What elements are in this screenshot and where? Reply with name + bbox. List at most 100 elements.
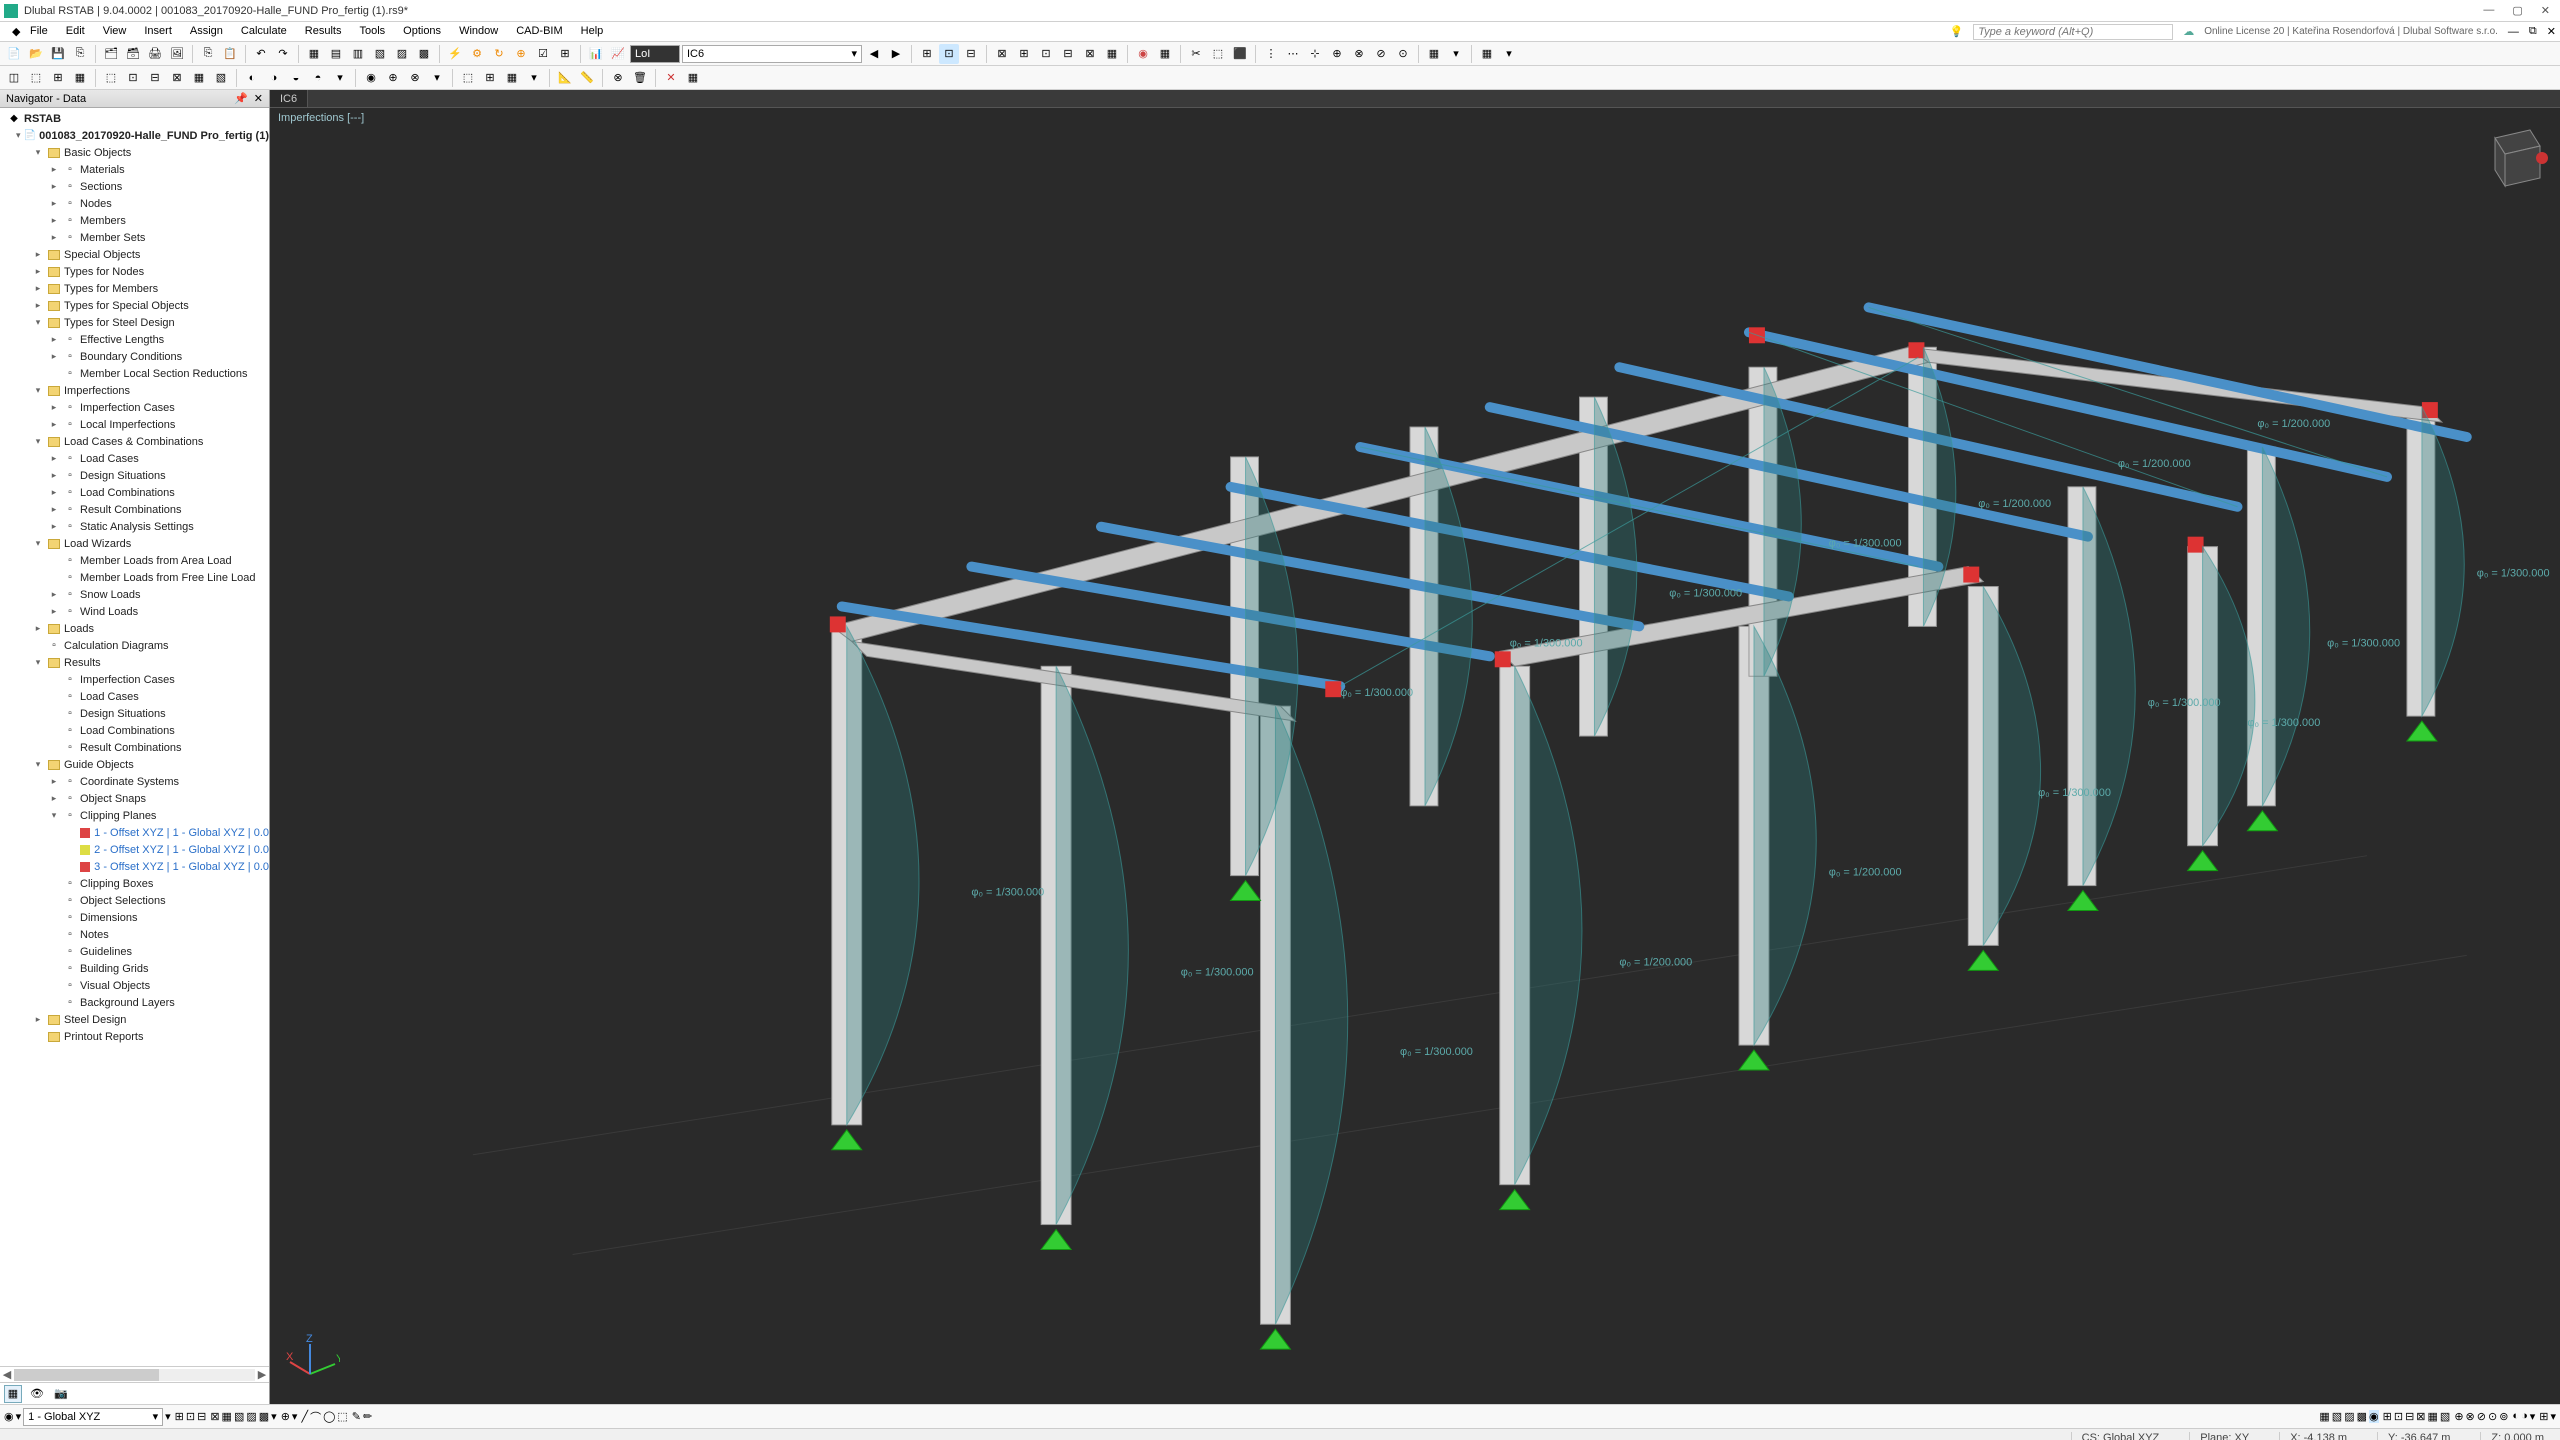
loadcase-combo[interactable]: IC6▾ [682, 45, 862, 63]
bt-r14[interactable]: ⊘ [2477, 1410, 2486, 1423]
bt-9[interactable]: ▧ [234, 1410, 244, 1423]
tree-item[interactable]: ▾Imperfections [0, 382, 269, 399]
twisty-icon[interactable]: ▾ [48, 810, 60, 821]
tree-project[interactable]: ▾ 📄 001083_20170920-Halle_FUND Pro_ferti… [0, 127, 269, 144]
tb2-8[interactable]: ⊠ [167, 68, 187, 88]
tree-item[interactable]: ▸▫Imperfection Cases [0, 399, 269, 416]
menu-assign[interactable]: Assign [182, 23, 231, 40]
view-cube[interactable] [2470, 118, 2550, 198]
twisty-icon[interactable]: ▸ [48, 181, 60, 192]
menu-edit[interactable]: Edit [58, 23, 93, 40]
twisty-icon[interactable]: ▸ [48, 402, 60, 413]
twisty-icon[interactable]: ▸ [48, 589, 60, 600]
tree-item[interactable]: ▫Background Layers [0, 994, 269, 1011]
tree-item[interactable]: ▸▫Boundary Conditions [0, 348, 269, 365]
tree-item[interactable]: ▸Steel Design [0, 1011, 269, 1028]
render-button[interactable]: ◉ [1133, 44, 1153, 64]
viewport[interactable]: IC6 Imperfections [---] [270, 90, 2560, 1404]
misc-4[interactable]: ⊕ [1327, 44, 1347, 64]
twisty-icon[interactable]: ▸ [32, 266, 44, 277]
new-button[interactable]: 📄 [4, 44, 24, 64]
tree-item[interactable]: ▸▫Result Combinations [0, 501, 269, 518]
tree-item[interactable]: ▸▫Design Situations [0, 467, 269, 484]
calc-opt-button[interactable]: ⊞ [555, 44, 575, 64]
tree-item[interactable]: ▾Results [0, 654, 269, 671]
tree-item[interactable]: ▫Result Combinations [0, 739, 269, 756]
bt-r15[interactable]: ⊙ [2488, 1410, 2497, 1423]
bt-r18[interactable]: ◑ [2521, 1410, 2528, 1423]
tree-item[interactable]: ▸Loads [0, 620, 269, 637]
tree-item[interactable]: ▫Member Loads from Area Load [0, 552, 269, 569]
bt-19[interactable]: ✎ [352, 1410, 361, 1423]
tb2-3[interactable]: ⊞ [48, 68, 68, 88]
bt-r5[interactable]: ◉ [2369, 1410, 2379, 1423]
cloud-icon[interactable]: ☁ [2183, 25, 2194, 38]
tb2-19[interactable]: ▾ [427, 68, 447, 88]
bt-r19[interactable]: ▾ [2530, 1410, 2536, 1423]
bt-10[interactable]: ▨ [246, 1410, 256, 1423]
bt-r12[interactable]: ⊕ [2454, 1410, 2463, 1423]
view-tool-6[interactable]: ⊡ [1036, 44, 1056, 64]
bt-r9[interactable]: ⊠ [2416, 1410, 2425, 1423]
tree-item[interactable]: ▸Types for Members [0, 280, 269, 297]
bt-r2[interactable]: ▧ [2332, 1410, 2342, 1423]
document-button[interactable]: ▨ [392, 44, 412, 64]
bt-r8[interactable]: ⊟ [2405, 1410, 2414, 1423]
recalc-button[interactable]: ↻ [489, 44, 509, 64]
tree-item[interactable]: ▸▫Effective Lengths [0, 331, 269, 348]
tree-item[interactable]: ▸▫Snow Loads [0, 586, 269, 603]
tree-item[interactable]: ▸▫Nodes [0, 195, 269, 212]
tree-item[interactable]: ▾Guide Objects [0, 756, 269, 773]
tree-item[interactable]: ▸▫Coordinate Systems [0, 773, 269, 790]
twisty-icon[interactable]: ▸ [48, 198, 60, 209]
twisty-icon[interactable]: ▾ [16, 130, 21, 141]
tree-item[interactable]: ▸Types for Special Objects [0, 297, 269, 314]
view-tool-8[interactable]: ⊠ [1080, 44, 1100, 64]
scroll-thumb[interactable] [14, 1369, 159, 1381]
tree-item[interactable]: 1 - Offset XYZ | 1 - Global XYZ | 0.0 [0, 824, 269, 841]
tree-root[interactable]: ◆ RSTAB [0, 110, 269, 127]
twisty-icon[interactable]: ▾ [32, 538, 44, 549]
tree-item[interactable]: ▸▫Object Snaps [0, 790, 269, 807]
view-tool-1[interactable]: ⊞ [917, 44, 937, 64]
bt-16[interactable]: ⌒ [310, 1409, 321, 1425]
tb2-12[interactable]: ◑ [264, 68, 284, 88]
menu-tools[interactable]: Tools [351, 23, 393, 40]
bt-r11[interactable]: ▧ [2440, 1410, 2450, 1423]
bt-8[interactable]: ▦ [222, 1410, 232, 1423]
twisty-icon[interactable]: ▸ [48, 470, 60, 481]
save-button[interactable]: 💾 [48, 44, 68, 64]
menu-options[interactable]: Options [395, 23, 449, 40]
twisty-icon[interactable]: ▸ [48, 419, 60, 430]
bt-r17[interactable]: ◐ [2512, 1410, 2519, 1423]
maximize-button[interactable]: ▢ [2512, 4, 2522, 17]
navigator-button[interactable]: ▤ [326, 44, 346, 64]
tree-item[interactable]: ▾Basic Objects [0, 144, 269, 161]
tree-item[interactable]: ▫Member Local Section Reductions [0, 365, 269, 382]
view-tool-3[interactable]: ⊟ [961, 44, 981, 64]
tree-item[interactable]: ▫Calculation Diagrams [0, 637, 269, 654]
prev-lc-button[interactable]: ◀ [864, 44, 884, 64]
tree-item[interactable]: ▫Load Cases [0, 688, 269, 705]
nav-tab-data[interactable]: ▦ [4, 1385, 22, 1403]
nav-tab-views[interactable]: 📷 [52, 1385, 70, 1403]
layer-button[interactable]: ⬛ [1230, 44, 1250, 64]
tb2-5[interactable]: ⬚ [101, 68, 121, 88]
twisty-icon[interactable]: ▾ [32, 759, 44, 770]
tree-item[interactable]: ▾Load Cases & Combinations [0, 433, 269, 450]
tb2-27[interactable]: 🗑 [630, 68, 650, 88]
tb2-10[interactable]: ▧ [211, 68, 231, 88]
minimize-button[interactable]: — [2483, 4, 2494, 17]
view-tool-7[interactable]: ⊟ [1058, 44, 1078, 64]
tb2-20[interactable]: ⬚ [458, 68, 478, 88]
menu-view[interactable]: View [95, 23, 135, 40]
bt-r13[interactable]: ⊗ [2466, 1410, 2475, 1423]
tb2-22[interactable]: ▦ [502, 68, 522, 88]
twisty-icon[interactable]: ▸ [32, 249, 44, 260]
bt-r10[interactable]: ▦ [2428, 1410, 2438, 1423]
bt-r20[interactable]: ⊞ [2539, 1410, 2548, 1423]
twisty-icon[interactable]: ▸ [48, 232, 60, 243]
tree-item[interactable]: ▫Design Situations [0, 705, 269, 722]
twisty-icon[interactable]: ▸ [32, 283, 44, 294]
doc-restore-button[interactable]: ⧉ [2529, 25, 2537, 38]
